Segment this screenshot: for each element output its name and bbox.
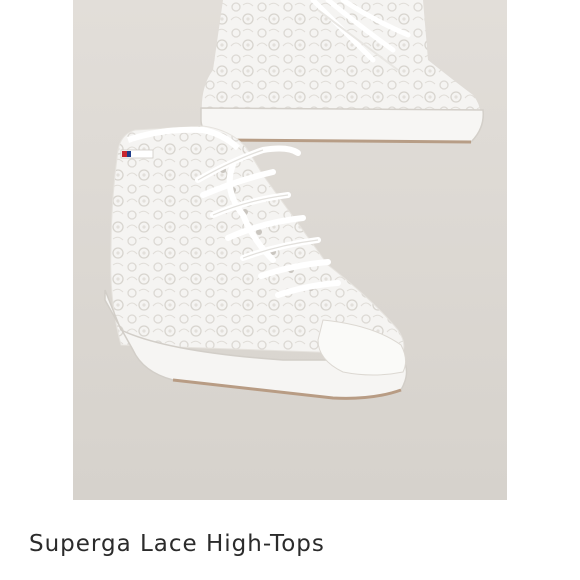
listing-page: Superga Lace High-Tops	[0, 0, 580, 580]
product-title[interactable]: Superga Lace High-Tops	[29, 531, 325, 557]
product-photo[interactable]	[73, 0, 507, 500]
sneakers-illustration	[73, 0, 507, 500]
